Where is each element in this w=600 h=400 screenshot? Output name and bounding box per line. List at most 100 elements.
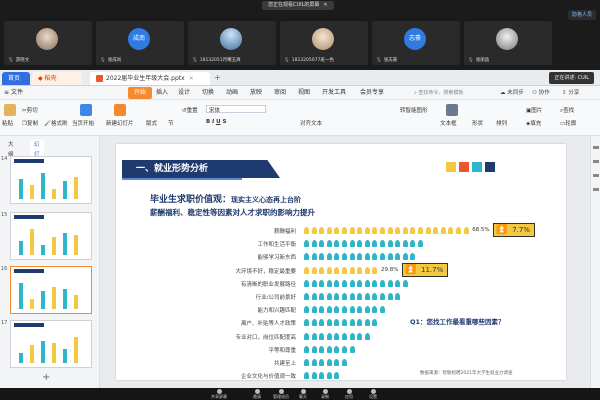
person-icon-mark: [311, 253, 317, 261]
meeting-control-button[interactable]: 录制: [314, 389, 336, 399]
picture-button[interactable]: ▣图片: [526, 106, 542, 114]
settings-icon[interactable]: [593, 174, 599, 177]
person-icon-mark: [326, 345, 332, 353]
reset-button[interactable]: ↺重置: [182, 106, 198, 114]
avatar: [220, 28, 242, 50]
meeting-control-button[interactable]: 应用: [338, 389, 360, 399]
find-button[interactable]: ⌕查找: [560, 106, 574, 115]
person-icon-mark: [372, 266, 378, 274]
thumbnail-mark: [30, 185, 34, 199]
participant-tile[interactable]: 🎙 18132051月曙玉爽: [188, 21, 276, 65]
new-slide-button[interactable]: 新建幻灯片: [106, 119, 134, 127]
data-source[interactable]: 数据来源：智联招聘2021年大学生就业力调查: [420, 370, 512, 376]
menu-tab[interactable]: 视图: [298, 86, 310, 100]
person-icon-mark: [319, 279, 325, 287]
from-current-button[interactable]: 当页开始: [72, 119, 94, 127]
menu-tab[interactable]: 切换: [202, 86, 214, 100]
arrange-button[interactable]: 排列: [496, 119, 507, 127]
layout-button[interactable]: 版式: [146, 119, 157, 127]
menu-tab[interactable]: 动画: [226, 86, 238, 100]
meeting-control-button[interactable]: 聊天: [292, 389, 314, 399]
person-icon-mark: [342, 319, 347, 327]
person-icon-mark: [357, 266, 363, 274]
slide-heading[interactable]: 毕业生求职价值观：现实主义心态再上台阶: [150, 192, 301, 205]
hide-participants-button[interactable]: 隐格人员: [567, 10, 596, 20]
share-button[interactable]: ⇪ 分享: [562, 86, 579, 100]
play-icon[interactable]: [80, 104, 92, 116]
command-search[interactable]: ⌕ 查找命令、搜索模板: [414, 88, 478, 98]
participant-tile[interactable]: 🎙 游晓文: [4, 21, 92, 65]
person-icon-mark: [319, 227, 325, 234]
person-icon-mark: [395, 227, 401, 234]
person-icon-mark: [402, 253, 408, 261]
menu-file[interactable]: ≡ 文件: [4, 86, 23, 100]
animation-icon[interactable]: [593, 160, 599, 163]
close-icon[interactable]: ✕: [323, 2, 327, 8]
menu-tab[interactable]: 开发工具: [322, 86, 346, 100]
meeting-control-button[interactable]: 设置: [362, 389, 384, 399]
tab-home[interactable]: 首页: [2, 72, 30, 85]
participant-name: 🎙 18132051月曙玉爽: [192, 57, 241, 63]
meeting-control-button[interactable]: 邀请: [246, 389, 268, 399]
align-text-button[interactable]: 对齐文本: [300, 119, 322, 127]
participant-tile[interactable]: 成南 🎙 张成尚: [96, 21, 184, 65]
slide[interactable]: 一、就业形势分析 毕业生求职价值观：现实主义心态再上台阶 薪酬福利、稳定性等因素…: [116, 144, 566, 380]
fill-button[interactable]: ◈填充: [526, 119, 541, 127]
command-search-text: 查找命令、搜索模板: [418, 90, 464, 96]
thumbnail-number: 17: [1, 320, 8, 326]
slide-thumbnail[interactable]: [10, 212, 92, 260]
slide-canvas[interactable]: 一、就业形势分析 毕业生求职价值观：现实主义心态再上台阶 薪酬福利、稳定性等因素…: [100, 136, 600, 388]
share-banner-text: 您正在观看CUIL的屏幕: [268, 2, 320, 8]
meeting-control-button[interactable]: 共享屏幕: [208, 389, 230, 399]
slide-subheading[interactable]: 薪酬福利、稳定性等因素对人才求职的影响力提升: [150, 207, 315, 218]
textbox-icon[interactable]: [446, 104, 458, 116]
menu-tab[interactable]: 开始: [128, 87, 153, 99]
slide-thumbnail[interactable]: [10, 266, 92, 314]
person-icon-mark: [349, 332, 355, 340]
person-icon-mark: [380, 306, 385, 314]
section-title[interactable]: 一、就业形势分析: [136, 160, 208, 178]
menu-tab[interactable]: 设计: [178, 86, 190, 100]
tab-docer[interactable]: ◆ 稻壳: [32, 72, 82, 85]
person-icon-mark: [387, 240, 393, 248]
person-icon-mark: [387, 253, 393, 261]
slide-thumbnail[interactable]: [10, 156, 92, 204]
tools-icon[interactable]: [593, 188, 599, 191]
collaborate-button[interactable]: ⚇ 协作: [532, 86, 550, 100]
shape-button[interactable]: 形状: [472, 119, 483, 127]
bold-button[interactable]: B I U S: [206, 119, 226, 125]
font-select[interactable]: 宋体: [206, 105, 266, 114]
add-slide-icon[interactable]: +: [42, 372, 50, 383]
sync-status[interactable]: ☁ 未同步: [500, 86, 524, 100]
survey-question[interactable]: Q1：您找工作最看重哪些因素？: [410, 316, 505, 326]
menu-tab[interactable]: 放映: [250, 86, 262, 100]
textbox-button[interactable]: 文本框: [440, 119, 457, 127]
menu-tab[interactable]: 会员专享: [360, 86, 384, 100]
person-icon-mark: [319, 293, 325, 300]
section-button[interactable]: 节: [168, 119, 174, 127]
cut-button[interactable]: ✂剪切: [22, 106, 38, 114]
participant-tile[interactable]: 🎙 1813205077班一色: [280, 21, 368, 65]
outline-button[interactable]: ▭轮廓: [560, 119, 576, 127]
copy-button[interactable]: ❐复制: [22, 119, 38, 127]
menu-tab[interactable]: 插入: [156, 86, 168, 100]
slide-thumbnail[interactable]: [10, 320, 92, 368]
close-icon[interactable]: ×: [189, 75, 194, 82]
smart-art-button[interactable]: 转智能图形: [400, 106, 428, 114]
paste-icon[interactable]: [4, 104, 16, 116]
picture-label: 图片: [531, 108, 543, 114]
paste-button[interactable]: 粘贴: [2, 119, 13, 127]
property-icon[interactable]: [593, 146, 599, 149]
participant-name-text: 张丽晶: [475, 58, 490, 63]
new-tab-button[interactable]: +: [214, 73, 221, 82]
person-icon-mark: [319, 306, 325, 314]
menu-tab[interactable]: 审阅: [274, 86, 286, 100]
menubar: ≡ 文件 开始 插入 设计 切换 动画 放映 审阅 视图 开发工具 会员专享 ⌕ 查找命令、搜索模…: [0, 86, 600, 100]
format-painter-button[interactable]: 🖌格式刷: [44, 119, 68, 127]
participant-tile[interactable]: 🎙 张丽晶: [464, 21, 552, 65]
participant-tile[interactable]: 志豪 🎙 张志豪: [372, 21, 460, 65]
new-slide-icon[interactable]: [114, 104, 126, 116]
person-icon-mark: [418, 227, 423, 234]
meeting-control-button[interactable]: 管理成员: [270, 389, 292, 399]
tab-document[interactable]: 2022届毕业生年级大会.pptx ×: [90, 72, 210, 85]
